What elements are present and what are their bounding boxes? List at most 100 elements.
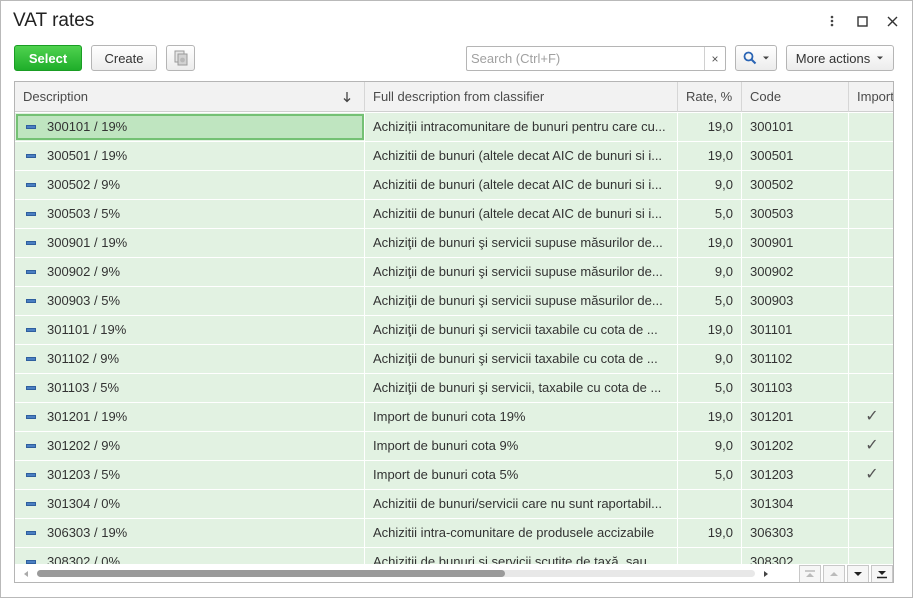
table-row[interactable]: 306303 / 19% Achizitii intra-comunitare d… bbox=[15, 519, 893, 548]
cell-full-description: Achiziţii de bunuri şi servicii taxabile… bbox=[365, 316, 678, 344]
chevron-down-icon bbox=[877, 56, 884, 60]
page-down-button[interactable] bbox=[847, 565, 869, 582]
table-header: Description Full description from classi… bbox=[15, 82, 893, 112]
table-row[interactable]: 300501 / 19% Achizitii de bunuri (altele … bbox=[15, 142, 893, 171]
cell-description: 301201 / 19% bbox=[15, 403, 365, 431]
cell-full-description: Achiziţii de bunuri şi servicii, taxabil… bbox=[365, 374, 678, 402]
table-row[interactable]: 301103 / 5% Achiziţii de bunuri şi servic… bbox=[15, 374, 893, 403]
create-button[interactable]: Create bbox=[91, 45, 157, 71]
cell-description: 300101 / 19% bbox=[15, 113, 365, 141]
cell-code: 301101 bbox=[742, 316, 849, 344]
cell-import bbox=[849, 287, 893, 315]
horizontal-scrollbar[interactable] bbox=[15, 564, 799, 582]
table-row[interactable]: 301304 / 0% Achizitii de bunuri/servicii … bbox=[15, 490, 893, 519]
chevron-down-icon bbox=[762, 56, 769, 60]
cell-rate: 5,0 bbox=[678, 374, 742, 402]
scrollbar-thumb[interactable] bbox=[37, 570, 505, 577]
table-row[interactable]: 300902 / 9% Achiziţii de bunuri şi servic… bbox=[15, 258, 893, 287]
cell-code: 306303 bbox=[742, 519, 849, 547]
cell-full-description: Achizitii de bunuri (altele decat AIC de… bbox=[365, 171, 678, 199]
search-box: × bbox=[466, 46, 726, 71]
cell-rate: 19,0 bbox=[678, 113, 742, 141]
cell-full-description: Achiziţii de bunuri şi servicii supuse m… bbox=[365, 258, 678, 286]
search-options-button[interactable] bbox=[735, 45, 777, 71]
cell-code: 300501 bbox=[742, 142, 849, 170]
cell-description: 301203 / 5% bbox=[15, 461, 365, 489]
cell-import bbox=[849, 171, 893, 199]
column-header-import[interactable]: Import bbox=[849, 82, 893, 112]
column-header-rate[interactable]: Rate, % bbox=[678, 82, 742, 112]
cell-description: 300502 / 9% bbox=[15, 171, 365, 199]
cell-rate: 5,0 bbox=[678, 461, 742, 489]
more-actions-label: More actions bbox=[795, 50, 871, 66]
cell-description: 300503 / 5% bbox=[15, 200, 365, 228]
more-actions-button[interactable]: More actions bbox=[786, 45, 894, 71]
vat-rates-table: Description Full description from classi… bbox=[14, 81, 894, 583]
page-up-button[interactable] bbox=[823, 565, 845, 582]
table-row[interactable]: 301201 / 19% Import de bunuri cota 19% 19,… bbox=[15, 403, 893, 432]
table-row[interactable]: 300901 / 19% Achiziţii de bunuri şi servi… bbox=[15, 229, 893, 258]
first-page-icon bbox=[805, 570, 815, 577]
cell-import bbox=[849, 548, 893, 564]
cell-code: 300903 bbox=[742, 287, 849, 315]
cell-code: 300901 bbox=[742, 229, 849, 257]
column-header-label: Description bbox=[23, 89, 89, 104]
sort-descending-icon bbox=[343, 92, 351, 103]
cell-full-description: Import de bunuri cota 9% bbox=[365, 432, 678, 460]
column-header-code[interactable]: Code bbox=[742, 82, 849, 112]
vat-rates-window: VAT rates Select Create × More actions bbox=[0, 0, 913, 598]
table-body: 300101 / 19% Achiziții intracomunitare de… bbox=[15, 113, 893, 564]
search-input[interactable] bbox=[467, 47, 705, 70]
cell-description: 300901 / 19% bbox=[15, 229, 365, 257]
cell-code: 301201 bbox=[742, 403, 849, 431]
search-clear-button[interactable]: × bbox=[704, 47, 725, 70]
column-header-full-description[interactable]: Full description from classifier bbox=[365, 82, 678, 112]
cell-import bbox=[849, 142, 893, 170]
scroll-left-icon[interactable] bbox=[23, 570, 29, 578]
copy-button[interactable] bbox=[166, 45, 195, 71]
more-vertical-icon[interactable] bbox=[822, 11, 842, 31]
maximize-icon[interactable] bbox=[852, 11, 872, 31]
table-row[interactable]: 300503 / 5% Achizitii de bunuri (altele d… bbox=[15, 200, 893, 229]
cell-rate: 9,0 bbox=[678, 258, 742, 286]
cell-code: 301103 bbox=[742, 374, 849, 402]
cell-import bbox=[849, 374, 893, 402]
cell-rate: 9,0 bbox=[678, 345, 742, 373]
table-row[interactable]: 308302 / 0% Achiziţii de bunuri şi servic… bbox=[15, 548, 893, 564]
go-to-first-button[interactable] bbox=[799, 565, 821, 582]
cell-rate: 19,0 bbox=[678, 519, 742, 547]
chevron-down-icon bbox=[854, 572, 862, 576]
cell-code: 301102 bbox=[742, 345, 849, 373]
cell-full-description: Achiziţii de bunuri şi servicii supuse m… bbox=[365, 287, 678, 315]
cell-code: 301203 bbox=[742, 461, 849, 489]
table-row[interactable]: 300502 / 9% Achizitii de bunuri (altele d… bbox=[15, 171, 893, 200]
cell-import bbox=[849, 519, 893, 547]
column-header-description[interactable]: Description bbox=[15, 82, 365, 112]
cell-full-description: Achizitii intra-comunitare de produsele … bbox=[365, 519, 678, 547]
search-icon bbox=[743, 51, 756, 65]
cell-code: 308302 bbox=[742, 548, 849, 564]
cell-full-description: Import de bunuri cota 5% bbox=[365, 461, 678, 489]
cell-description: 301102 / 9% bbox=[15, 345, 365, 373]
cell-full-description: Achiziţii de bunuri şi servicii taxabile… bbox=[365, 345, 678, 373]
cell-full-description: Achizitii de bunuri (altele decat AIC de… bbox=[365, 200, 678, 228]
cell-code: 300101 bbox=[742, 113, 849, 141]
table-row[interactable]: 301102 / 9% Achiziţii de bunuri şi servic… bbox=[15, 345, 893, 374]
close-icon[interactable] bbox=[882, 11, 902, 31]
table-row[interactable]: 301203 / 5% Import de bunuri cota 5% 5,0 30… bbox=[15, 461, 893, 490]
table-row[interactable]: 300903 / 5% Achiziţii de bunuri şi servic… bbox=[15, 287, 893, 316]
scroll-right-icon[interactable] bbox=[763, 570, 769, 578]
table-row[interactable]: 300101 / 19% Achiziții intracomunitare de… bbox=[15, 113, 893, 142]
cell-import bbox=[849, 316, 893, 344]
select-button[interactable]: Select bbox=[14, 45, 82, 71]
cell-rate: 5,0 bbox=[678, 287, 742, 315]
table-row[interactable]: 301101 / 19% Achiziţii de bunuri şi servi… bbox=[15, 316, 893, 345]
cell-code: 300503 bbox=[742, 200, 849, 228]
cell-description: 300903 / 5% bbox=[15, 287, 365, 315]
cell-rate: 9,0 bbox=[678, 171, 742, 199]
cell-rate: 19,0 bbox=[678, 403, 742, 431]
go-to-last-button[interactable] bbox=[871, 565, 893, 582]
table-row[interactable]: 301202 / 9% Import de bunuri cota 9% 9,0 30… bbox=[15, 432, 893, 461]
cell-full-description: Achiziţii de bunuri şi servicii scutite … bbox=[365, 548, 678, 564]
cell-rate: 19,0 bbox=[678, 142, 742, 170]
